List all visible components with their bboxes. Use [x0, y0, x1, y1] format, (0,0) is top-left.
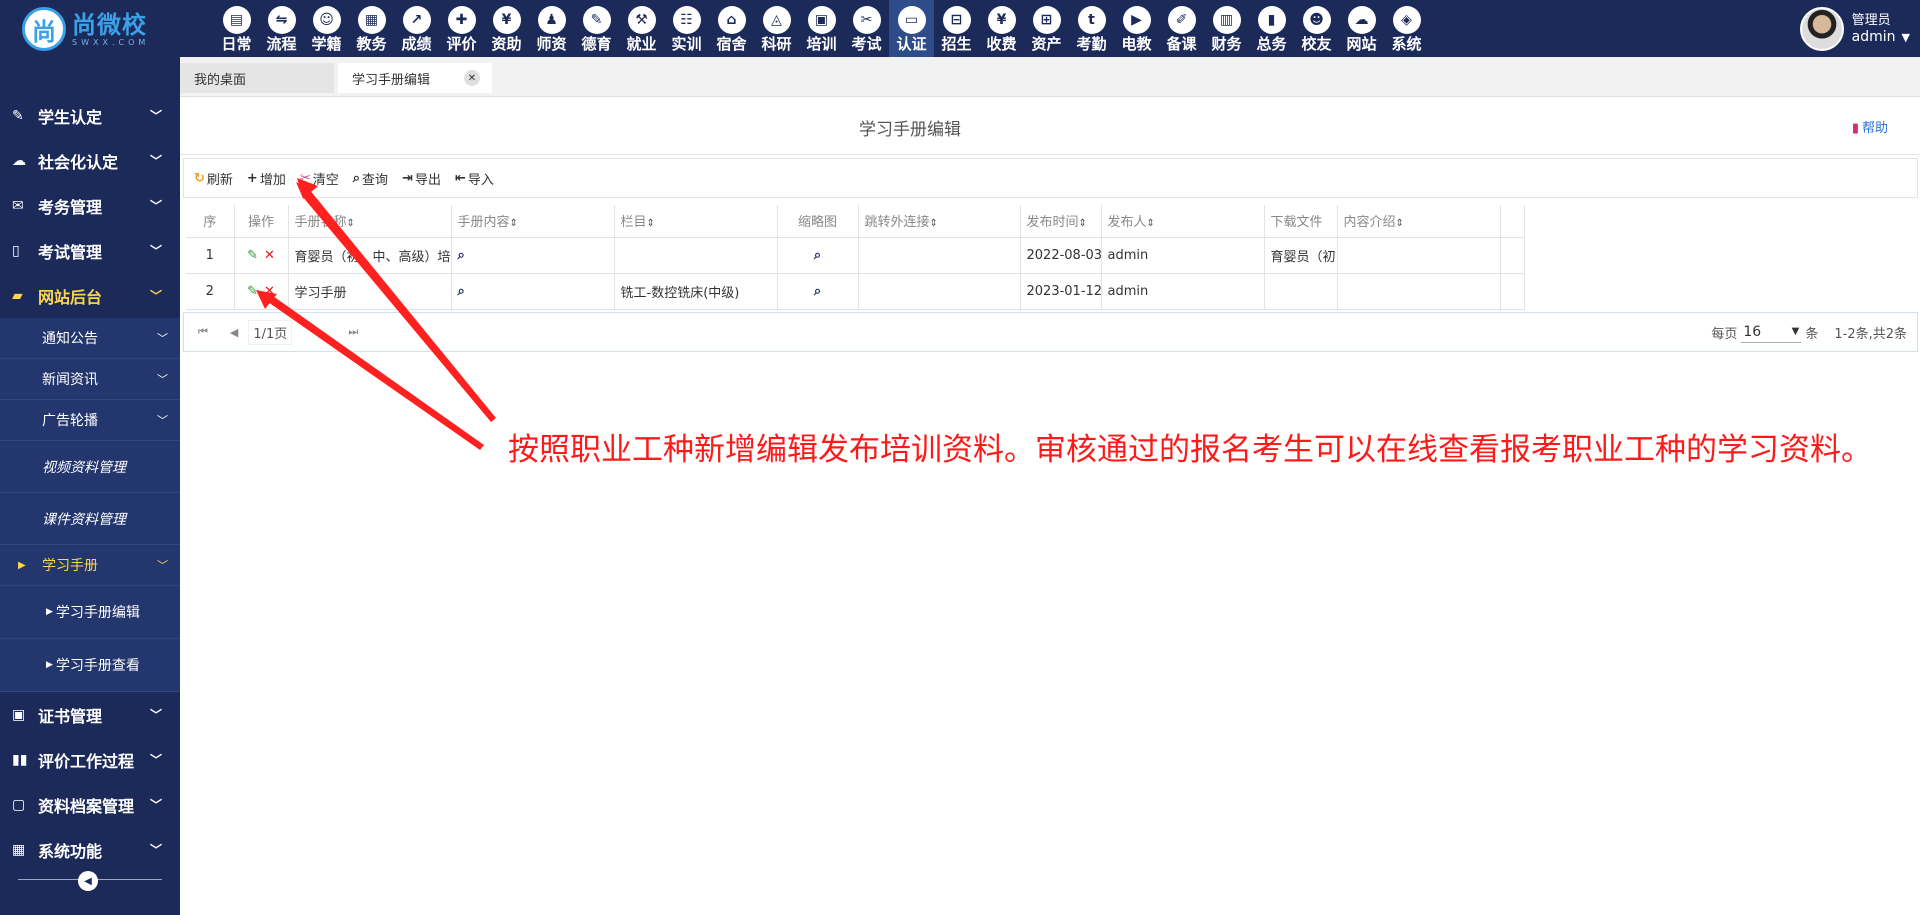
annotation-text: 按照职业工种新增编辑发布培训资料。审核通过的报名考生可以在线查看报考职业工种的学…: [508, 432, 1872, 468]
